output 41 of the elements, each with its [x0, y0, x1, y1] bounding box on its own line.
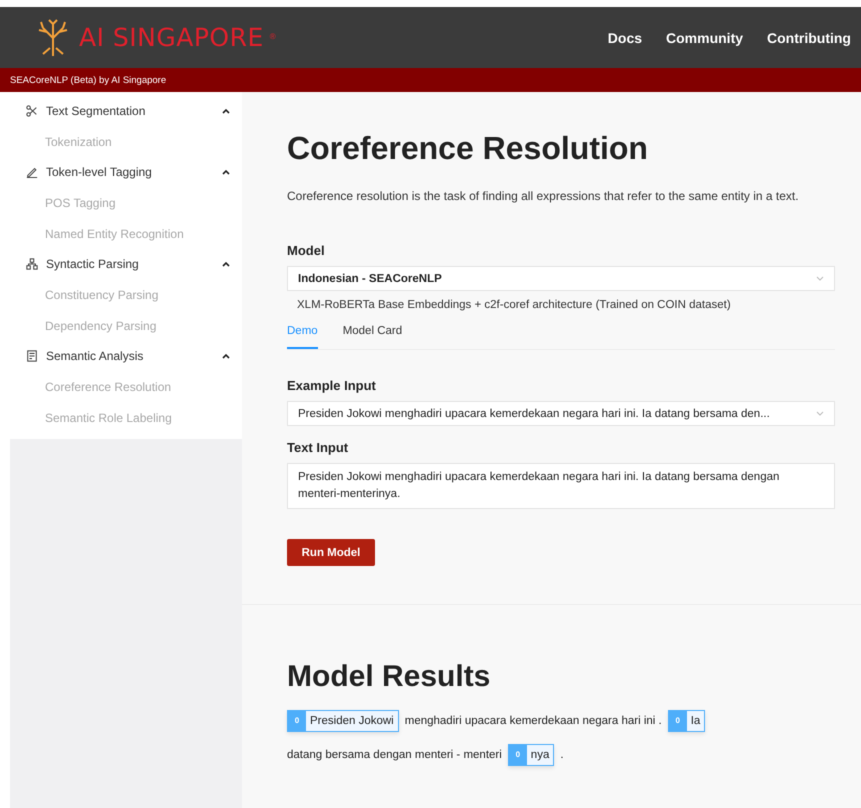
sidebar-group[interactable]: Syntactic Parsing [10, 249, 242, 279]
group-label: Syntactic Parsing [46, 257, 140, 271]
sidebar-group[interactable]: Text Segmentation [10, 96, 242, 126]
chevron-icon [816, 276, 824, 282]
sidebar-group[interactable]: Token-level Tagging [10, 157, 242, 187]
page-title: Coreference Resolution [287, 130, 649, 167]
mention-text: Ia [690, 714, 702, 729]
run-model-button[interactable]: Run Model [287, 539, 375, 566]
text-input-field[interactable]: Presiden Jokowi menghadiri upacara kemerdekaan negara hari ini. Ia datang bersama dengan menteri-menterinya. [287, 463, 835, 509]
example-select[interactable]: Presiden Jokowi menghadiri upacara kemerdekaan negara hari ini. Ia datang bersama den... [287, 401, 835, 426]
result-text: menghadiri upacara kemerdekaan negara hari ini . [404, 714, 662, 729]
scissors-icon [26, 105, 38, 117]
logo-text: AI SINGAPORE [79, 23, 264, 52]
model-note: XLM-RoBERTa Base Embeddings + c2f-coref architecture (Trained on COIN dataset) [297, 299, 732, 311]
hierarchy-icon [26, 258, 38, 270]
cluster-label: 0 [508, 745, 527, 765]
field-label: Text Input [287, 440, 350, 455]
pen-icon [26, 166, 38, 178]
description: Coreference resolution is the task of finding all expressions that refer to the same entity in a text. [287, 189, 800, 203]
result-text: . [560, 748, 564, 763]
field-label: Example Input [287, 378, 377, 393]
nav-link[interactable]: Docs [608, 30, 642, 46]
field-label: Model [287, 243, 326, 258]
result-text: datang bersama dengan menteri - menteri [287, 748, 502, 763]
cluster-label: 0 [668, 711, 687, 731]
mention-text: Presiden Jokowi [309, 714, 395, 729]
group-label: Semantic Analysis [46, 349, 144, 363]
document-icon [26, 350, 38, 362]
registered-mark: ® [270, 32, 276, 40]
tab[interactable]: Model Card [342, 321, 402, 349]
group-label: Token-level Tagging [46, 165, 153, 179]
sidebar-group[interactable]: Semantic Analysis [10, 341, 242, 371]
nav-link[interactable]: Community [666, 30, 744, 46]
results-title: Model Results [287, 660, 492, 694]
mention-text: nya [530, 748, 550, 763]
nav-link[interactable]: Contributing [767, 30, 851, 46]
group-label: Text Segmentation [46, 104, 146, 118]
model-select[interactable]: Indonesian - SEACoreNLP [287, 266, 835, 291]
chevron-icon [816, 410, 824, 416]
cluster-label: 0 [288, 711, 306, 731]
app-title: SEACoreNLP (Beta) by AI Singapore [10, 74, 166, 86]
